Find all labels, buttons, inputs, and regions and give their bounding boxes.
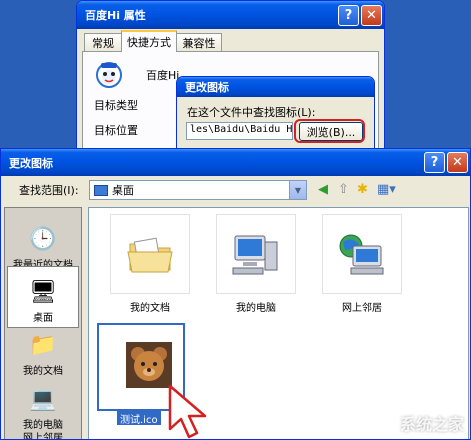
properties-titlebar[interactable]: 百度Hi 属性 ? ✕ [77, 1, 384, 29]
browse-dialog-titlebar[interactable]: 更改图标 ? ✕ [1, 149, 470, 176]
folder-documents-icon [127, 237, 173, 273]
file-thumb [216, 214, 296, 294]
place-my-computer[interactable]: 💻 我的电脑 [7, 378, 79, 434]
my-documents-icon: 📁 [29, 333, 57, 358]
mouse-cursor-icon [168, 384, 207, 439]
view-menu-icon[interactable]: ▦▾ [377, 182, 396, 197]
look-in-value: 桌面 [112, 184, 134, 197]
change-icon-small-titlebar[interactable]: 更改图标 [177, 77, 374, 97]
close-button[interactable]: ✕ [447, 152, 468, 173]
change-icon-browse-dialog: 更改图标 ? ✕ 查找范围(I): 桌面 ▼ ◀ ⇧ ✱ ▦▾ 🕒 我最近的文档… [0, 148, 471, 440]
close-button[interactable]: ✕ [361, 4, 382, 26]
help-button[interactable]: ? [338, 4, 359, 26]
watermark: 系统之家 [399, 415, 464, 434]
target-location-label: 目标位置 [94, 124, 138, 137]
tab-shortcut[interactable]: 快捷方式 [121, 30, 177, 52]
target-type-label: 目标类型 [94, 99, 138, 112]
file-item-my-documents[interactable]: 我的文档 [100, 214, 200, 314]
help-button[interactable]: ? [424, 152, 445, 173]
icon-file-path-input[interactable]: les\Baidu\Baidu Hi\BaiduHi.exe [186, 122, 293, 140]
find-icon-prompt: 在这个文件中查找图标(L): [187, 106, 316, 119]
app-name: 百度Hi [146, 69, 180, 82]
browse-highlight-ring [294, 119, 365, 143]
network-icon [339, 234, 384, 275]
places-bar: 🕒 我最近的文档 🖥 桌面 📁 我的文档 💻 我的电脑 网上邻居 [4, 207, 82, 439]
place-recent-documents[interactable]: 🕒 我最近的文档 [7, 212, 79, 274]
tab-general[interactable]: 常规 [84, 33, 122, 51]
desktop-icon: 🖥 [29, 280, 57, 305]
change-icon-small-dialog: 更改图标 在这个文件中查找图标(L): les\Baidu\Baidu Hi\B… [176, 76, 375, 156]
file-item-network-places[interactable]: 网上邻居 [312, 214, 412, 314]
place-my-documents[interactable]: 📁 我的文档 [7, 324, 79, 380]
recent-documents-icon: 🕒 [29, 227, 57, 252]
selected-file-label[interactable]: 测试.ico [117, 411, 161, 426]
file-item-my-computer[interactable]: 我的电脑 [206, 214, 306, 314]
place-desktop[interactable]: 🖥 桌面 [7, 266, 79, 328]
look-in-label: 查找范围(I): [19, 184, 79, 197]
my-computer-icon: 💻 [29, 387, 57, 412]
desktop-small-icon [94, 184, 108, 196]
new-folder-icon[interactable]: ✱ [357, 182, 368, 197]
up-folder-icon[interactable]: ⇧ [338, 182, 349, 197]
file-thumb [322, 214, 402, 294]
computer-icon [232, 235, 278, 275]
change-icon-small-title: 更改图标 [185, 81, 229, 94]
browse-dialog-title: 更改图标 [9, 156, 53, 170]
tab-compatibility[interactable]: 兼容性 [176, 33, 222, 51]
file-thumb [110, 214, 190, 294]
baidu-hi-app-icon [96, 62, 122, 88]
properties-title: 百度Hi 属性 [85, 9, 146, 22]
back-icon[interactable]: ◀ [318, 182, 328, 197]
look-in-dropdown[interactable]: 桌面 ▼ [89, 180, 307, 200]
chevron-down-icon[interactable]: ▼ [289, 181, 306, 199]
place-network[interactable]: 网上邻居 [7, 430, 79, 439]
